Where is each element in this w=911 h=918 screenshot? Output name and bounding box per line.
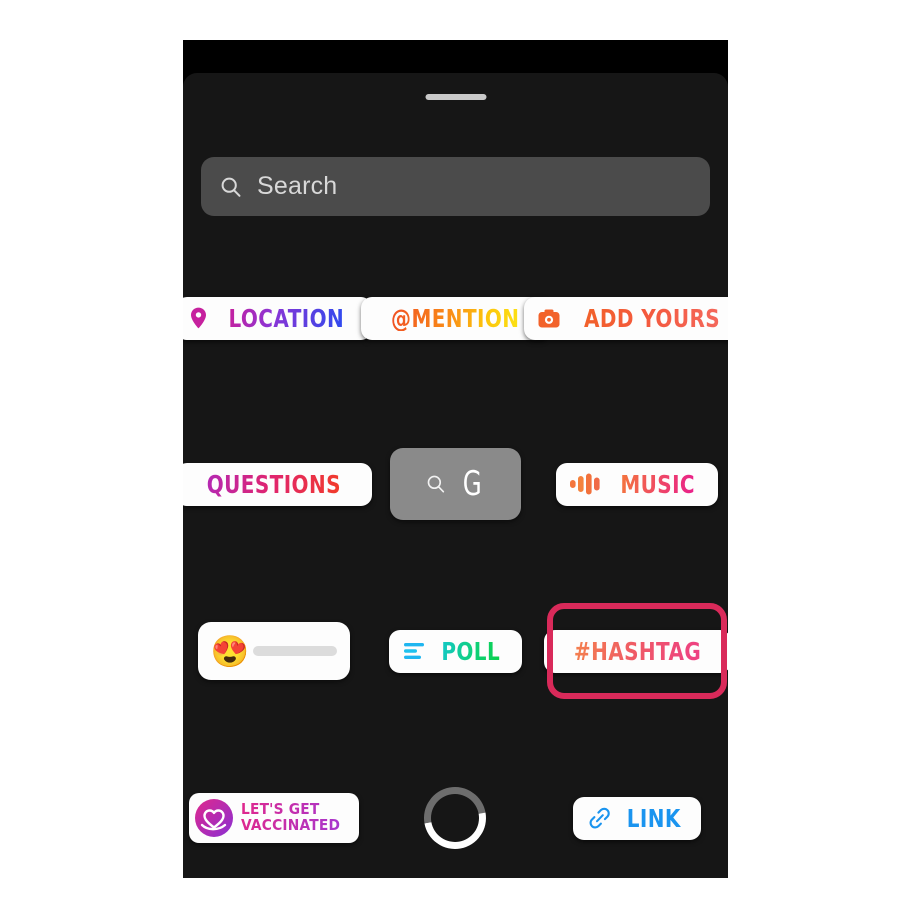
vaccinated-label: LET'S GET VACCINATED bbox=[241, 802, 340, 834]
equalizer-icon bbox=[569, 473, 600, 495]
sticker-grid: LOCATION @MENTION ADD YOURS QUESTIONS G … bbox=[183, 263, 728, 863]
sticker-cell-location: LOCATION bbox=[183, 263, 373, 373]
sticker-label: LINK bbox=[626, 803, 681, 833]
sticker-cell-emoji-slider: 😍 bbox=[188, 596, 360, 706]
sticker-label: QUESTIONS bbox=[206, 469, 341, 499]
search-input[interactable]: Search bbox=[201, 157, 710, 216]
heart-shield-icon bbox=[194, 799, 233, 837]
sticker-mention[interactable]: @MENTION bbox=[361, 296, 550, 340]
bar-chart-icon bbox=[404, 643, 425, 659]
chain-link-icon bbox=[589, 807, 610, 829]
sticker-add-yours[interactable]: ADD YOURS bbox=[523, 296, 728, 340]
sticker-label: MUSIC bbox=[620, 469, 695, 499]
sticker-poll[interactable]: POLL bbox=[389, 629, 522, 673]
sticker-hashtag[interactable]: #HASHTAG bbox=[543, 629, 728, 673]
sticker-label: LOCATION bbox=[228, 303, 344, 333]
sticker-link[interactable]: LINK bbox=[572, 796, 702, 840]
sticker-label: ADD YOURS bbox=[583, 303, 720, 333]
sheet-drag-handle[interactable] bbox=[425, 94, 486, 100]
sticker-label: @MENTION bbox=[391, 303, 520, 333]
sticker-label: #HASHTAG bbox=[573, 636, 701, 666]
sticker-cell-hashtag: #HASHTAG bbox=[543, 596, 728, 706]
heart-eyes-emoji: 😍 bbox=[210, 633, 250, 669]
sticker-label: POLL bbox=[441, 636, 501, 666]
sticker-gif[interactable]: G bbox=[389, 448, 521, 520]
sticker-cell-link: LINK bbox=[551, 763, 723, 873]
sticker-tray-sheet: Search LOCATION @MENTION ADD YOURS QUEST… bbox=[183, 73, 728, 878]
sticker-row: LOCATION @MENTION ADD YOURS bbox=[183, 263, 728, 373]
sticker-emoji-slider[interactable]: 😍 bbox=[197, 622, 350, 680]
sticker-cell-music: MUSIC bbox=[551, 429, 723, 539]
sticker-cell-questions: QUESTIONS bbox=[183, 429, 372, 539]
loading-spinner-icon bbox=[412, 774, 499, 862]
search-icon bbox=[221, 177, 241, 197]
search-placeholder-text: Search bbox=[257, 172, 338, 200]
sticker-music[interactable]: MUSIC bbox=[555, 462, 719, 506]
sticker-questions[interactable]: QUESTIONS bbox=[183, 462, 372, 506]
sticker-row: QUESTIONS G MUSIC bbox=[183, 429, 728, 539]
search-icon bbox=[427, 475, 445, 493]
sticker-row: LET'S GET VACCINATED LINK bbox=[183, 763, 728, 873]
sticker-row: 😍 POLL #HASHTAG bbox=[183, 596, 728, 706]
sticker-cell-add-yours: ADD YOURS bbox=[523, 263, 728, 373]
sticker-cell-vaccinated: LET'S GET VACCINATED bbox=[188, 763, 360, 873]
slider-track[interactable] bbox=[253, 646, 337, 656]
phone-frame: Search LOCATION @MENTION ADD YOURS QUEST… bbox=[183, 40, 728, 878]
location-pin-icon bbox=[190, 307, 206, 329]
sticker-cell-loading bbox=[369, 763, 541, 873]
gif-letter-text: G bbox=[462, 464, 482, 504]
vaccinated-label-line2: VACCINATED bbox=[240, 816, 341, 834]
sticker-location[interactable]: LOCATION bbox=[183, 296, 373, 340]
sticker-cell-gif: G bbox=[369, 429, 541, 539]
sticker-cell-mention: @MENTION bbox=[361, 263, 550, 373]
sticker-vaccinated[interactable]: LET'S GET VACCINATED bbox=[188, 793, 359, 843]
sticker-cell-poll: POLL bbox=[369, 596, 541, 706]
camera-icon bbox=[538, 309, 560, 327]
